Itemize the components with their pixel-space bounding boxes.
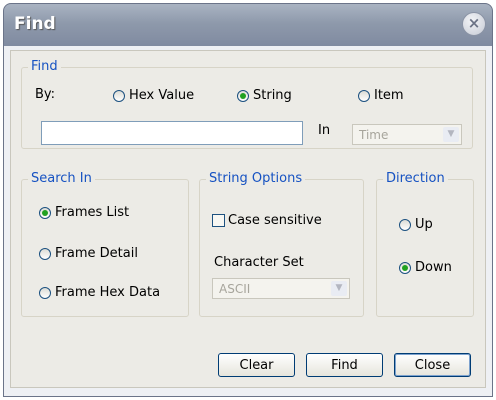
frame-detail-label: Frame Detail	[55, 246, 138, 261]
close-icon[interactable]: ×	[462, 12, 486, 36]
find-dialog: Find × Find By: Hex Value String Item In…	[0, 0, 496, 400]
string-radio[interactable]: String	[237, 88, 292, 103]
radio-indicator	[39, 286, 51, 299]
hex-value-radio[interactable]: Hex Value	[113, 88, 194, 103]
dialog-client-area: Find By: Hex Value String Item In Time ▼…	[10, 50, 486, 388]
search-in-group-label: Search In	[28, 171, 95, 186]
in-label: In	[318, 123, 331, 138]
chevron-down-icon: ▼	[443, 127, 459, 142]
frame-hex-data-label: Frame Hex Data	[55, 285, 161, 300]
frames-list-label: Frames List	[55, 205, 130, 220]
chevron-down-icon: ▼	[331, 281, 347, 296]
radio-indicator-selected	[39, 206, 51, 219]
in-field-select: Time ▼	[352, 124, 462, 145]
direction-down-label: Down	[415, 260, 452, 275]
search-text-input[interactable]	[41, 121, 303, 145]
title-bar[interactable]: Find ×	[3, 3, 493, 47]
item-label: Item	[374, 88, 404, 103]
radio-indicator	[39, 247, 51, 260]
close-button[interactable]: Close	[394, 353, 471, 377]
direction-group: Direction	[376, 171, 474, 317]
frame-hex-data-radio[interactable]: Frame Hex Data	[39, 285, 160, 300]
frame-detail-radio[interactable]: Frame Detail	[39, 246, 138, 261]
radio-indicator	[399, 218, 411, 231]
string-options-group-label: String Options	[206, 171, 306, 186]
direction-group-label: Direction	[383, 171, 448, 186]
character-set-label: Character Set	[214, 255, 304, 270]
in-field-value: Time	[359, 128, 389, 142]
checkbox-indicator	[212, 214, 225, 227]
case-sensitive-label: Case sensitive	[228, 213, 322, 228]
clear-button[interactable]: Clear	[218, 353, 295, 377]
by-label: By:	[35, 87, 56, 102]
radio-indicator-selected	[237, 89, 249, 102]
window-title: Find	[14, 14, 56, 34]
item-radio[interactable]: Item	[358, 88, 404, 103]
find-group-label: Find	[28, 59, 61, 74]
case-sensitive-checkbox[interactable]: Case sensitive	[212, 213, 322, 228]
direction-up-radio[interactable]: Up	[399, 217, 433, 232]
direction-up-label: Up	[415, 217, 433, 232]
radio-indicator-selected	[399, 261, 411, 274]
character-set-select: ASCII ▼	[212, 278, 350, 299]
string-label: String	[253, 88, 292, 103]
character-set-value: ASCII	[219, 282, 251, 296]
radio-indicator	[358, 89, 370, 102]
find-button[interactable]: Find	[306, 353, 383, 377]
direction-down-radio[interactable]: Down	[399, 260, 452, 275]
frames-list-radio[interactable]: Frames List	[39, 205, 129, 220]
radio-indicator	[113, 89, 125, 102]
hex-value-label: Hex Value	[129, 88, 195, 103]
